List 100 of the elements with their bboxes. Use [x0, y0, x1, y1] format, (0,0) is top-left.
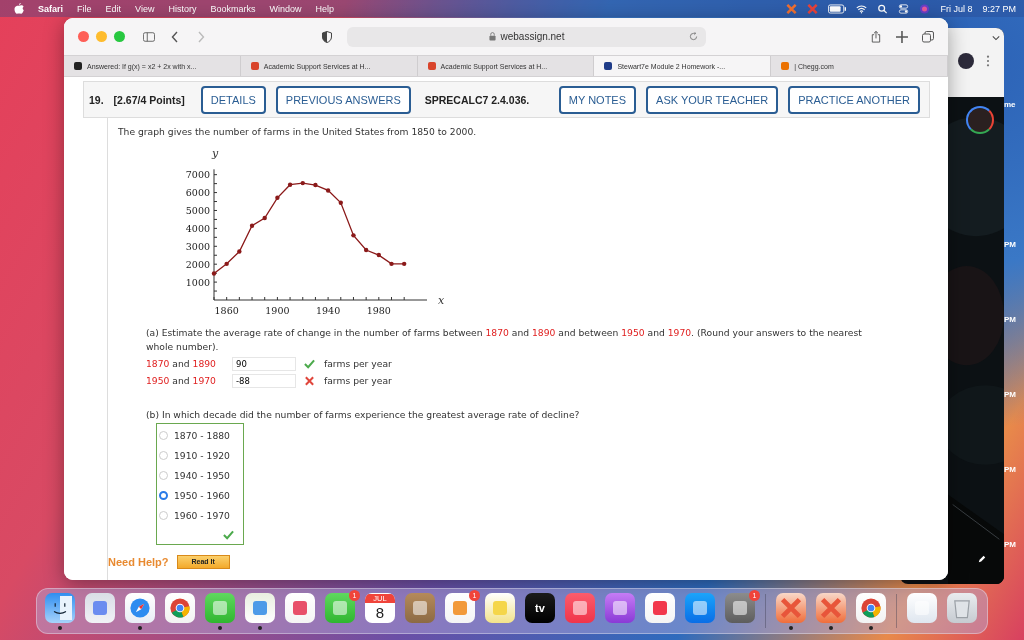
chevron-down-icon[interactable]	[992, 35, 1000, 41]
tick-label: 1900	[265, 304, 290, 316]
contacts-app-icon[interactable]	[405, 592, 435, 623]
tab-overview-icon[interactable]	[922, 30, 934, 43]
menu-date[interactable]: Fri Jul 8	[940, 3, 973, 14]
notes-app-icon[interactable]	[485, 592, 515, 623]
address-field[interactable]: webassign.net	[346, 26, 707, 47]
data-point	[224, 261, 229, 266]
menu-time[interactable]: 9:27 PM	[982, 3, 1016, 14]
zoom-button[interactable]	[114, 31, 125, 42]
cross-icon[interactable]	[786, 3, 798, 14]
avatar-icon[interactable]	[958, 53, 974, 69]
share-icon[interactable]	[870, 30, 883, 43]
more-icon[interactable]	[986, 55, 990, 67]
menu-item[interactable]: File	[77, 3, 92, 14]
running-indicator	[58, 625, 62, 630]
option-label[interactable]: 1870 - 1880	[174, 430, 230, 442]
tick-label: 3000	[185, 240, 210, 252]
radio-button[interactable]	[159, 491, 168, 501]
chrome-app-icon[interactable]	[856, 592, 886, 623]
desktop-label: me	[1004, 100, 1017, 109]
question-button[interactable]: ASK YOUR TEACHER	[646, 85, 779, 114]
question-button[interactable]: DETAILS	[200, 85, 266, 114]
unit-label: farms per year	[324, 375, 392, 387]
question-text: The graph gives the number of farms in the United States from 1850 to 2000.	[118, 125, 478, 139]
launchpad-app-icon[interactable]	[85, 592, 115, 623]
option-label[interactable]: 1940 - 1950	[174, 470, 230, 482]
data-point	[313, 182, 318, 187]
answer-field[interactable]: 90	[232, 356, 296, 371]
menu-item[interactable]: Window	[269, 3, 302, 14]
data-point	[275, 195, 280, 200]
music-app-icon[interactable]	[565, 592, 595, 623]
tick-label: 1000	[185, 276, 210, 288]
menu-item[interactable]: History	[168, 3, 197, 14]
appstore-app-icon[interactable]	[685, 592, 715, 623]
plus-icon[interactable]	[896, 30, 908, 43]
close-button[interactable]	[78, 31, 89, 42]
xapp-app-icon[interactable]	[776, 592, 806, 623]
question-code: SPRECALC7 2.4.036.	[424, 93, 530, 106]
document-app-icon[interactable]	[907, 592, 937, 623]
sidebar-icon[interactable]	[143, 30, 155, 43]
apple-logo-icon[interactable]	[14, 3, 24, 14]
question-points: [2.67/4 Points]	[113, 93, 185, 106]
option-label[interactable]: 1960 - 1970	[174, 510, 230, 522]
xapp-app-icon[interactable]	[816, 592, 846, 623]
finder-app-icon[interactable]	[45, 592, 75, 623]
data-point	[363, 247, 369, 252]
battery-icon[interactable]	[828, 3, 847, 14]
menu-item[interactable]: Edit	[105, 3, 122, 14]
trash-app-icon[interactable]	[947, 592, 977, 623]
tick-label: 7000	[185, 168, 210, 180]
reload-icon[interactable]	[689, 32, 699, 41]
lock-icon	[488, 32, 496, 41]
data-point	[325, 187, 331, 193]
messages-app-icon[interactable]	[205, 592, 235, 623]
data-point	[211, 271, 217, 276]
tick-label: 1980	[366, 304, 391, 316]
reminders-app-icon[interactable]	[445, 592, 475, 623]
data-point	[389, 261, 394, 266]
safari-app-icon[interactable]	[125, 592, 155, 623]
question-button[interactable]: MY NOTES	[558, 85, 637, 114]
shield-icon[interactable]	[320, 30, 333, 43]
option-label[interactable]: 1950 - 1960	[174, 490, 230, 502]
desktop-label: PM	[1004, 390, 1017, 399]
tick-label: 6000	[185, 186, 210, 198]
option-label[interactable]: 1910 - 1920	[174, 450, 230, 462]
settings-app-icon[interactable]	[725, 592, 755, 623]
menu-app-name[interactable]: Safari	[38, 3, 63, 14]
desktop-label: PM	[1004, 240, 1017, 249]
menu-item[interactable]: Bookmarks	[210, 3, 256, 14]
question-number: 19.	[89, 93, 104, 106]
tick-label: 2000	[185, 258, 210, 270]
menu-item[interactable]: Help	[315, 3, 334, 14]
pencil-icon[interactable]	[978, 555, 986, 563]
podcasts-app-icon[interactable]	[605, 592, 635, 623]
running-indicator	[138, 625, 142, 630]
chrome-app-icon[interactable]	[165, 592, 195, 623]
photos-app-icon[interactable]	[285, 592, 315, 623]
news-app-icon[interactable]	[645, 592, 675, 623]
facetime-app-icon[interactable]	[325, 592, 355, 623]
tick-label: 5000	[185, 204, 210, 216]
question-button[interactable]: PRACTICE ANOTHER	[788, 85, 920, 114]
data-point	[300, 180, 305, 185]
question-text: (b) In which decade did the number of farms experience the greatest average rate of decline?	[145, 408, 581, 423]
tv-app-icon[interactable]: tv	[525, 592, 555, 623]
search-icon[interactable]	[877, 3, 889, 14]
control-center-icon[interactable]	[898, 3, 910, 14]
siri-icon[interactable]	[919, 3, 931, 14]
answer-field[interactable]: -88	[232, 373, 296, 388]
running-indicator	[218, 625, 222, 630]
tick-label: 4000	[185, 222, 210, 234]
menu-item[interactable]: View	[135, 3, 155, 14]
desktop-label: PM	[1004, 465, 1017, 474]
question-button[interactable]: PREVIOUS ANSWERS	[275, 85, 411, 114]
tick-label: 1940	[316, 304, 341, 316]
tick-label: 1860	[214, 304, 239, 316]
data-point	[338, 200, 343, 205]
maps-app-icon[interactable]	[245, 592, 275, 623]
running-indicator	[829, 625, 833, 630]
wifi-icon[interactable]	[856, 3, 868, 14]
